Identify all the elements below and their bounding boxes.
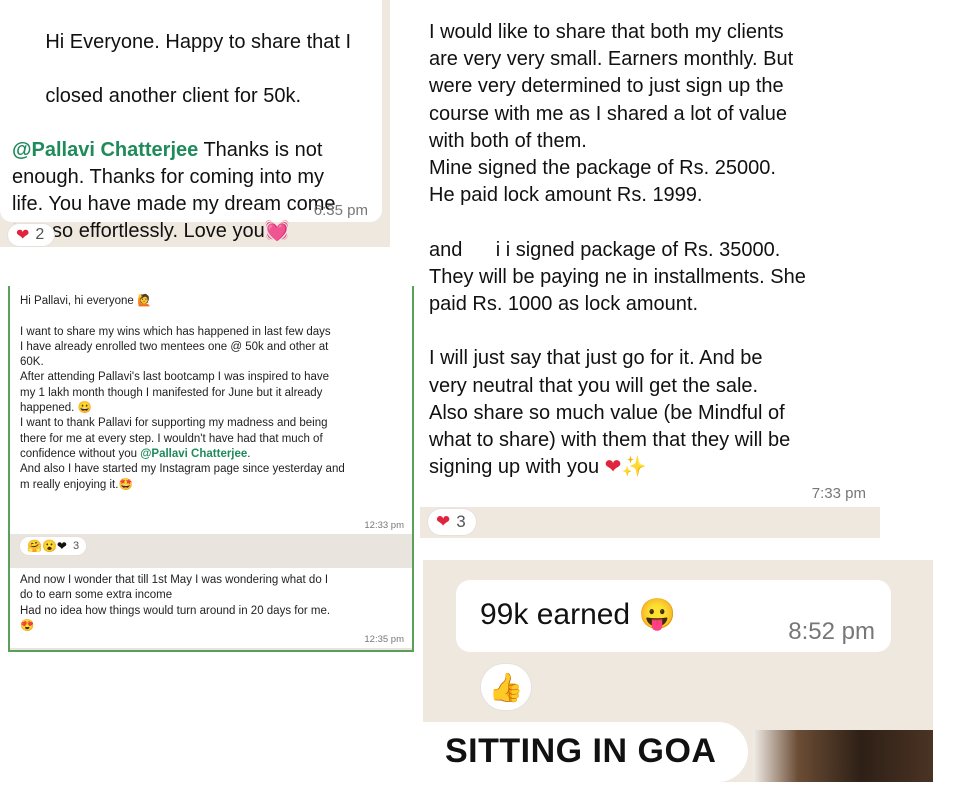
tongue-emoji-icon: 😛 — [638, 598, 676, 631]
reactions-emoji-icon: 🤗😮❤ — [27, 539, 67, 553]
chat-screenshot-2: I would like to share that both my clien… — [420, 15, 880, 538]
message-text-2: And now I wonder that till 1st May I was… — [20, 573, 330, 634]
message-bubble-2: And now I wonder that till 1st May I was… — [10, 568, 412, 648]
reaction-count: 2 — [35, 226, 45, 243]
smile-emoji-icon: 😀 — [77, 402, 92, 415]
reaction-badge[interactable]: 🤗😮❤ 3 — [20, 537, 87, 555]
chat-screenshot-3: Hi Pallavi, hi everyone 🙋 I want to share… — [8, 286, 414, 652]
message-timestamp: 8:52 pm — [788, 618, 875, 645]
heart-eyes-emoji-icon: 😍 — [20, 619, 35, 632]
message-line-1: Hi Everyone. Happy to share that I — [45, 31, 352, 53]
star-struck-emoji-icon: 🤩 — [118, 478, 133, 491]
chat-screenshot-4: 99k earned 😛 8:52 pm 👍 SITTING IN GOA — [423, 560, 933, 782]
message-bubble: Hi Pallavi, hi everyone 🙋 I want to share… — [10, 286, 412, 534]
heart-emoji-icon: ❤ — [604, 456, 622, 479]
reaction-badge[interactable]: ❤ 2 — [8, 224, 55, 246]
reaction-badge[interactable]: 👍 — [481, 664, 531, 710]
sparkles-emoji-icon: ✨ — [621, 456, 647, 479]
message-timestamp: 6:35 pm — [313, 202, 368, 219]
heart-reaction-icon: ❤ — [436, 512, 451, 531]
caption-bar: SITTING IN GOA — [423, 722, 748, 782]
reaction-badge[interactable]: ❤ 3 — [428, 509, 476, 535]
message-bubble: 99k earned 😛 8:52 pm — [456, 580, 891, 652]
message-timestamp: 7:33 pm — [811, 485, 866, 502]
reaction-count: 3 — [72, 540, 80, 552]
message-text: 99k earned 😛 — [480, 597, 676, 633]
greeting-text: Hi Pallavi, hi everyone — [20, 295, 137, 307]
chat-screenshot-1: Hi Everyone. Happy to share that I close… — [0, 0, 390, 247]
message-body: I would like to share that both my clien… — [429, 21, 806, 479]
raising-hand-emoji-icon: 🙋 — [136, 295, 152, 307]
message-text: Hi Pallavi, hi everyone 🙋 I want to share… — [20, 294, 345, 493]
message-line-2: closed another client for 50k. — [45, 85, 302, 107]
mention-link[interactable]: @Pallavi Chatterjee — [12, 139, 198, 161]
reaction-count: 3 — [456, 512, 466, 531]
caption-text: SITTING IN GOA — [445, 732, 717, 770]
message-timestamp: 12:33 pm — [364, 520, 404, 531]
message-bubble: Hi Everyone. Happy to share that I close… — [0, 0, 382, 242]
thumbs-up-reaction-icon: 👍 — [488, 671, 524, 703]
message-body: I want to share my wins which has happen… — [20, 325, 331, 415]
message-text: I would like to share that both my clien… — [429, 19, 806, 481]
message-text: Hi Everyone. Happy to share that I close… — [12, 2, 351, 247]
heart-emoji-icon: 💓 — [264, 220, 290, 242]
background-photo — [753, 730, 933, 782]
message-bubble: I would like to share that both my clien… — [420, 15, 880, 507]
heart-reaction-icon: ❤ — [16, 227, 30, 244]
message-body: 99k earned — [480, 598, 639, 631]
message-body: And now I wonder that till 1st May I was… — [20, 574, 331, 617]
message-timestamp: 12:35 pm — [364, 634, 404, 645]
mention-link[interactable]: @Pallavi Chatterjee — [140, 448, 247, 460]
